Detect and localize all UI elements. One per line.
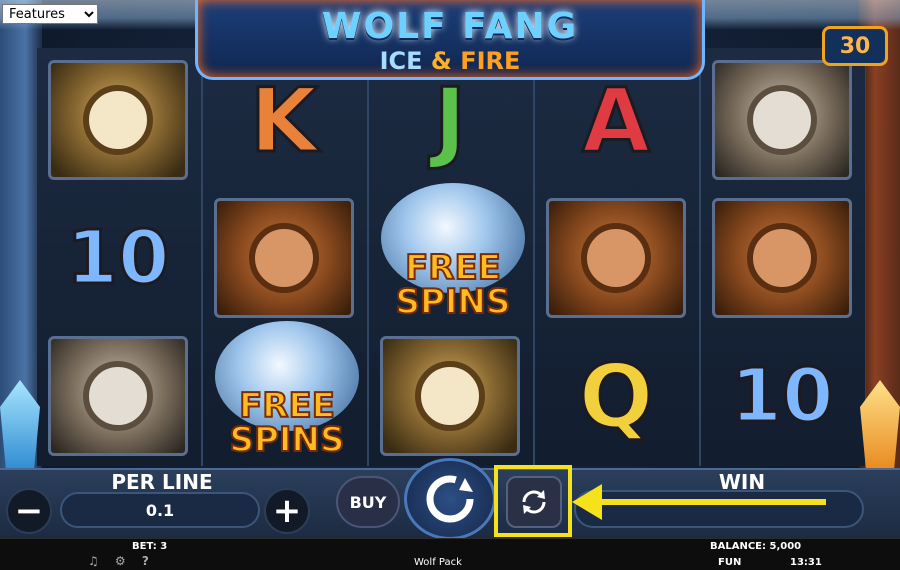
symbol-bear xyxy=(707,192,857,324)
symbol-deer xyxy=(707,54,857,186)
logo-subtitle-ice: ICE xyxy=(379,47,423,75)
reel-2: K FREE SPINS xyxy=(202,48,368,466)
reel-3: J FREE SPINS xyxy=(368,48,534,466)
free-spins-symbol-icon: FREE SPINS xyxy=(375,183,525,333)
game-name: Wolf Pack xyxy=(414,557,462,568)
hawk-symbol-icon xyxy=(48,60,188,180)
bear-symbol-icon xyxy=(214,198,354,318)
win-label: WIN xyxy=(718,470,766,494)
symbol-free-spins: FREE SPINS xyxy=(209,321,359,471)
paylines-badge: 30 xyxy=(822,26,888,66)
win-display xyxy=(574,490,864,528)
increase-bet-button[interactable]: + xyxy=(264,488,310,534)
buy-button[interactable]: BUY xyxy=(336,476,400,528)
balance-readout: BALANCE: 5,000 xyxy=(710,541,802,552)
symbol-bear xyxy=(541,192,691,324)
logo-subtitle: ICE & FIRE xyxy=(198,47,702,75)
spin-icon xyxy=(426,475,474,523)
logo-title: WOLF FANG xyxy=(321,6,579,47)
free-spins-line1: FREE xyxy=(404,248,502,288)
q-symbol-icon: Q xyxy=(577,343,655,449)
decrease-bet-button[interactable]: − xyxy=(6,488,52,534)
free-spins-line2: SPINS xyxy=(229,420,346,460)
symbol-ten: 10 xyxy=(43,192,193,324)
game-logo: WOLF FANG ICE & FIRE xyxy=(195,0,705,80)
hawk-symbol-icon xyxy=(380,336,520,456)
k-symbol-icon: K xyxy=(248,67,319,173)
arrow-head-icon xyxy=(572,484,602,520)
logo-subtitle-fire: FIRE xyxy=(460,47,521,75)
plus-icon: + xyxy=(272,491,302,531)
ten-symbol-icon: 10 xyxy=(729,352,835,441)
arrow-icon xyxy=(600,499,826,505)
autoplay-highlight-box xyxy=(494,465,572,537)
status-bar: ♫ ⚙ ? BET: 3 Wolf Pack BALANCE: 5,000 FU… xyxy=(0,538,900,570)
free-spins-line2: SPINS xyxy=(395,282,512,322)
mode-readout: FUN xyxy=(718,557,742,568)
symbol-ten: 10 xyxy=(707,330,857,462)
deer-symbol-icon xyxy=(712,60,852,180)
reel-grid: 10 K FREE SPINS J FREE SPINS A Q 10 xyxy=(36,48,866,466)
reel-1: 10 xyxy=(36,48,202,466)
symbol-free-spins: FREE SPINS xyxy=(375,183,525,333)
features-dropdown[interactable]: Features xyxy=(2,4,98,24)
free-spins-symbol-icon: FREE SPINS xyxy=(209,321,359,471)
bet-readout: BET: 3 xyxy=(132,541,168,552)
j-symbol-icon: J xyxy=(432,67,468,173)
symbol-hawk xyxy=(43,54,193,186)
reel-5: 10 xyxy=(700,48,866,466)
bear-symbol-icon xyxy=(546,198,686,318)
ten-symbol-icon: 10 xyxy=(65,214,171,303)
symbol-q: Q xyxy=(541,330,691,462)
symbol-hawk xyxy=(375,330,525,462)
game-stage: 10 K FREE SPINS J FREE SPINS A Q 10 WOLF… xyxy=(0,0,900,570)
speaker-icon[interactable]: ♫ ⚙ ? xyxy=(88,554,155,568)
spin-button[interactable] xyxy=(404,458,496,540)
per-line-value: 0.1 xyxy=(60,492,260,528)
minus-icon: − xyxy=(14,491,44,531)
deer-symbol-icon xyxy=(48,336,188,456)
clock-readout: 13:31 xyxy=(790,557,822,568)
reel-4: A Q xyxy=(534,48,700,466)
per-line-label: PER LINE xyxy=(111,470,213,494)
free-spins-line1: FREE xyxy=(238,386,336,426)
bear-symbol-icon xyxy=(712,198,852,318)
symbol-bear xyxy=(209,192,359,324)
symbol-deer xyxy=(43,330,193,462)
logo-subtitle-amp: & xyxy=(430,47,452,75)
a-symbol-icon: A xyxy=(580,67,651,173)
